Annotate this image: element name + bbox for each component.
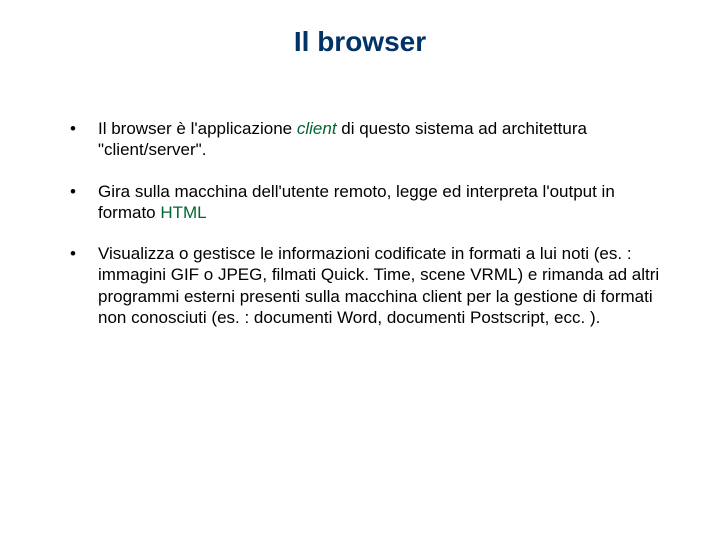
bullet-2-html-word: HTML — [160, 203, 206, 222]
bullet-item-3: Visualizza o gestisce le informazioni co… — [50, 243, 670, 328]
bullet-list: Il browser è l'applicazione client di qu… — [50, 118, 670, 328]
slide: Il browser Il browser è l'applicazione c… — [0, 0, 720, 540]
bullet-3-text: Visualizza o gestisce le informazioni co… — [98, 244, 659, 327]
slide-title: Il browser — [50, 26, 670, 58]
bullet-item-1: Il browser è l'applicazione client di qu… — [50, 118, 670, 161]
bullet-1-text-pre: Il browser è l'applicazione — [98, 119, 297, 138]
bullet-item-2: Gira sulla macchina dell'utente remoto, … — [50, 181, 670, 224]
bullet-1-client-word: client — [297, 119, 337, 138]
